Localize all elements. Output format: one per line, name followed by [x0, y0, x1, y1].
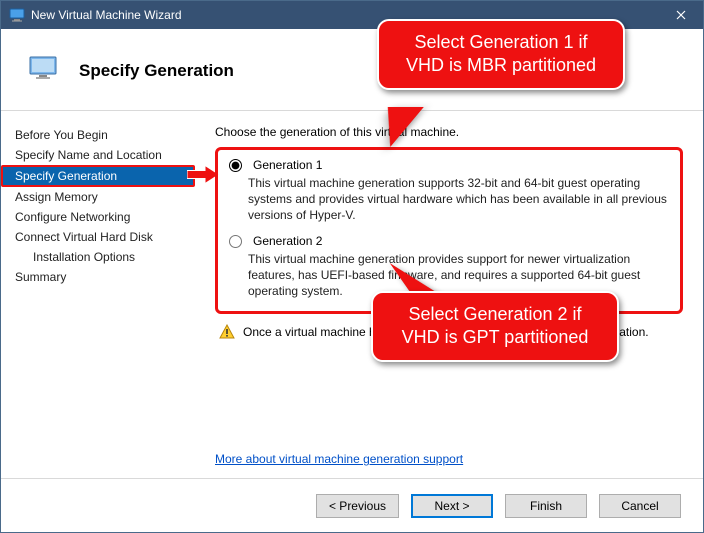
cancel-button[interactable]: Cancel: [599, 494, 681, 518]
wizard-button-bar: < Previous Next > Finish Cancel: [1, 478, 703, 532]
instruction-text: Choose the generation of this virtual ma…: [215, 125, 683, 139]
window-title: New Virtual Machine Wizard: [31, 8, 182, 22]
next-button[interactable]: Next >: [411, 494, 493, 518]
step-specify-generation[interactable]: Specify Generation: [1, 165, 195, 187]
previous-button[interactable]: < Previous: [316, 494, 399, 518]
callout-generation-2: Select Generation 2 if VHD is GPT partit…: [371, 291, 619, 362]
step-configure-networking[interactable]: Configure Networking: [1, 207, 201, 227]
step-summary[interactable]: Summary: [1, 267, 201, 287]
step-before-you-begin[interactable]: Before You Begin: [1, 125, 201, 145]
step-connect-vhd[interactable]: Connect Virtual Hard Disk: [1, 227, 201, 247]
page-header-icon: [29, 56, 57, 83]
step-specify-name[interactable]: Specify Name and Location: [1, 145, 201, 165]
page-title: Specify Generation: [79, 61, 234, 81]
finish-button[interactable]: Finish: [505, 494, 587, 518]
option-label: Generation 1: [253, 158, 322, 172]
step-label: Specify Generation: [15, 169, 117, 183]
callout-generation-1: Select Generation 1 if VHD is MBR partit…: [377, 19, 625, 90]
more-about-link[interactable]: More about virtual machine generation su…: [215, 452, 463, 466]
radio-generation-2[interactable]: [229, 235, 242, 248]
step-assign-memory[interactable]: Assign Memory: [1, 187, 201, 207]
option-1-description: This virtual machine generation supports…: [248, 175, 670, 224]
wizard-window: New Virtual Machine Wizard Specify Gener…: [0, 0, 704, 533]
wizard-steps-sidebar: Before You Begin Specify Name and Locati…: [1, 111, 201, 478]
close-button[interactable]: [659, 1, 703, 29]
app-icon: [9, 7, 25, 23]
option-generation-2[interactable]: Generation 2: [224, 234, 670, 248]
generation-options-group: Generation 1 This virtual machine genera…: [215, 147, 683, 314]
step-installation-options[interactable]: Installation Options: [1, 247, 201, 267]
warning-icon: [219, 324, 235, 340]
option-label: Generation 2: [253, 234, 322, 248]
radio-generation-1[interactable]: [229, 159, 242, 172]
option-generation-1[interactable]: Generation 1: [224, 158, 670, 172]
